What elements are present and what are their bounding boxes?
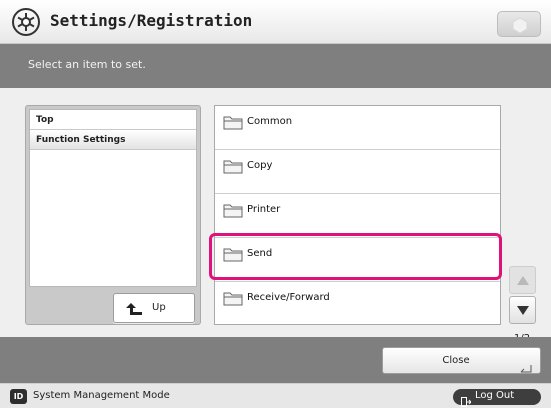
title-bar: Settings/Registration — [0, 0, 551, 44]
folder-icon — [223, 290, 243, 306]
main-area: Top Function Settings Up Common Copy Pri… — [0, 88, 551, 344]
navigation-tree: Top Function Settings — [29, 109, 197, 287]
folder-icon — [223, 158, 243, 174]
status-bar: ID System Management Mode Log Out — [0, 383, 551, 408]
navigation-panel: Top Function Settings Up — [25, 105, 201, 325]
list-item-common[interactable]: Common — [215, 106, 500, 150]
triangle-up-icon — [517, 276, 529, 285]
logout-label: Log Out — [475, 390, 515, 401]
title-action-button[interactable] — [497, 11, 541, 37]
page-title: Settings/Registration — [50, 11, 253, 30]
instruction-bar: Select an item to set. — [0, 44, 551, 88]
folder-icon — [223, 114, 243, 130]
bottom-bar: Close — [0, 337, 551, 383]
folder-icon — [223, 202, 243, 218]
list-item-label: Copy — [247, 160, 273, 171]
tree-item-top[interactable]: Top — [30, 110, 196, 130]
up-button[interactable]: Up — [113, 293, 195, 323]
corner-return-icon — [520, 358, 532, 377]
close-button-label: Close — [442, 355, 470, 366]
list-item-send[interactable]: Send — [215, 238, 500, 282]
logout-button[interactable]: Log Out — [453, 389, 541, 408]
list-item-printer[interactable]: Printer — [215, 194, 500, 238]
list-item-receive-forward[interactable]: Receive/Forward — [215, 282, 500, 326]
list-item-copy[interactable]: Copy — [215, 150, 500, 194]
instruction-text: Select an item to set. — [28, 58, 146, 71]
folder-icon — [223, 246, 243, 262]
triangle-down-icon — [517, 306, 529, 315]
close-button[interactable]: Close — [382, 347, 541, 374]
scroll-down-button[interactable] — [509, 296, 536, 324]
up-button-label: Up — [152, 302, 166, 313]
list-item-label: Printer — [247, 204, 281, 215]
tree-item-function-settings[interactable]: Function Settings — [30, 130, 196, 150]
scroll-up-button[interactable] — [509, 266, 536, 294]
mode-label: System Management Mode — [33, 390, 170, 401]
list-item-label: Receive/Forward — [247, 292, 330, 303]
logout-icon — [461, 392, 472, 408]
up-arrow-icon — [126, 301, 144, 315]
list-item-label: Send — [247, 248, 273, 259]
list-item-label: Common — [247, 116, 293, 127]
settings-registration-icon — [10, 6, 42, 38]
settings-list: Common Copy Printer Send Receive/Forward — [214, 105, 501, 325]
id-badge-icon: ID — [10, 389, 27, 404]
